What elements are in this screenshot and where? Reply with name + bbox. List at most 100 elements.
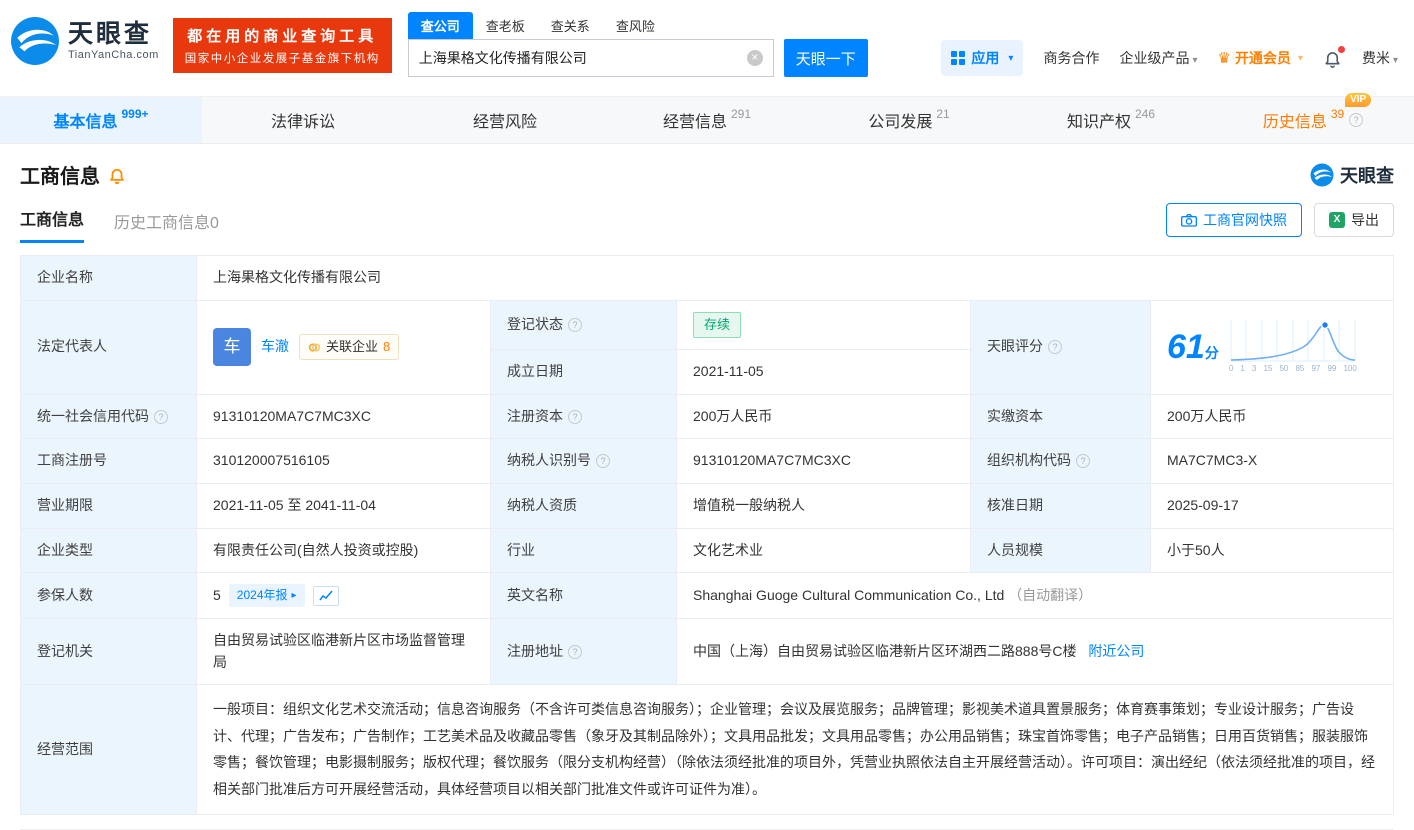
info-icon[interactable]: ? [568,645,582,659]
search-input[interactable] [419,50,747,66]
avatar[interactable]: 车 [213,328,251,366]
promo-banner: 都在用的商业查询工具 国家中小企业发展子基金旗下机构 [173,18,392,73]
auto-translate-note: （自动翻译） [1008,587,1092,603]
company-type-value: 有限责任公司(自然人投资或控股) [197,528,491,573]
tab-badge: 999+ [121,107,148,121]
enterprise-products-link[interactable]: 企业级产品▾ [1119,48,1197,68]
tab-history-info[interactable]: 历史信息 39 VIP ? [1212,97,1414,143]
legal-rep-label: 法定代表人 [21,300,197,394]
business-scope-value: 一般项目：组织文化艺术交流活动；信息咨询服务（不含许可类信息咨询服务）；企业管理… [197,685,1394,814]
info-icon[interactable]: ? [568,318,582,332]
score-number: 61 [1167,328,1205,366]
reg-address-label: 注册地址? [491,618,677,684]
table-row: 法定代表人 车 车澈 关联企业 8 登记状态? 存续 天眼评分? [21,300,1394,349]
info-icon[interactable]: ? [1349,113,1363,127]
official-snapshot-button[interactable]: 工商官网快照 [1166,203,1302,237]
promo-line2: 国家中小企业发展子基金旗下机构 [185,50,380,66]
tab-badge: 291 [731,107,751,121]
annual-report-tag[interactable]: 2024年报▸ [229,584,305,607]
logo-wave-icon [10,16,60,66]
user-menu[interactable]: 费米▾ [1362,48,1398,68]
search-tab-relation[interactable]: 查关系 [538,12,603,39]
related-companies-badge[interactable]: 关联企业 8 [299,334,399,360]
tab-badge: 246 [1135,107,1155,121]
logo-wave-icon [1310,163,1334,187]
vip-label: 开通会员 [1235,48,1291,68]
table-row: 工商注册号 310120007516105 纳税人识别号? 91310120MA… [21,439,1394,484]
taxpayer-quality-value: 增值税一般纳税人 [677,483,971,528]
industry-label: 行业 [491,528,677,573]
reg-address-value: 中国（上海）自由贸易试验区临港新片区环湖西二路888号C楼 附近公司 [677,618,1394,684]
reg-authority-value: 自由贸易试验区临港新片区市场监督管理局 [197,618,491,684]
chevron-down-icon: ▾ [1192,55,1197,66]
info-icon[interactable]: ? [568,410,582,424]
credit-code-value: 91310120MA7C7MC3XC [197,394,491,439]
notifications-button[interactable] [1323,49,1342,68]
staff-size-value: 小于50人 [1151,528,1394,573]
notification-dot [1338,46,1345,53]
grid-icon [951,51,965,65]
tab-legal-proceedings[interactable]: 法律诉讼 [202,97,404,143]
tab-company-development[interactable]: 公司发展21 [808,97,1010,143]
tab-operating-risk[interactable]: 经营风险 [404,97,606,143]
tab-intellectual-property[interactable]: 知识产权246 [1010,97,1212,143]
section-title: 工商信息 [20,160,100,189]
export-button[interactable]: X 导出 [1314,203,1394,237]
english-name-label: 英文名称 [491,573,677,619]
tab-basic-info[interactable]: 基本信息999+ [0,97,202,143]
taxpayer-id-value: 91310120MA7C7MC3XC [677,439,971,484]
table-row: 经营范围 一般项目：组织文化艺术交流活动；信息咨询服务（不含许可类信息咨询服务）… [21,685,1394,814]
info-icon[interactable]: ? [596,454,610,468]
crown-icon: ♛ [1217,49,1230,67]
industry-value: 文化艺术业 [677,528,971,573]
tianyancha-watermark: 天眼查 [1310,162,1394,188]
search-tab-company[interactable]: 查公司 [408,12,473,39]
info-icon[interactable]: ? [1076,454,1090,468]
score-distribution-chart: 01 315 5085 9799 100 [1229,318,1359,375]
site-header: 天眼查 TianYanCha.com 都在用的商业查询工具 国家中小企业发展子基… [0,0,1414,96]
link-rings-icon [308,341,321,354]
score-label: 天眼评分? [971,300,1151,394]
vip-upgrade-link[interactable]: ♛ 开通会员 ▾ [1217,48,1302,68]
main-content: 工商信息 天眼查 工商信息 历史工商信息0 工商官网快照 [0,160,1414,830]
subscribe-bell-icon[interactable] [108,166,126,184]
username: 费米 [1362,50,1390,66]
search-tab-risk[interactable]: 查风险 [603,12,668,39]
org-code-label: 组织机构代码? [971,439,1151,484]
clear-icon[interactable]: × [747,50,763,66]
score-curve [1229,318,1359,364]
legal-rep-link[interactable]: 车澈 [261,336,289,358]
chevron-down-icon: ▾ [1008,53,1013,64]
reg-capital-label: 注册资本? [491,394,677,439]
info-icon[interactable]: ? [1048,340,1062,354]
score-axis-ticks: 01 315 5085 9799 100 [1229,363,1357,375]
business-cooperation-link[interactable]: 商务合作 [1043,48,1099,68]
apps-menu-button[interactable]: 应用 ▾ [941,40,1023,76]
status-badge: 存续 [693,312,741,338]
reg-capital-value: 200万人民币 [677,394,971,439]
search-box[interactable]: × [408,39,774,77]
est-date-value: 2021-11-05 [677,349,971,394]
reg-number-value: 310120007516105 [197,439,491,484]
excel-icon: X [1329,212,1345,228]
search-button[interactable]: 天眼一下 [784,39,868,77]
trend-chart-button[interactable] [313,586,339,606]
table-row: 统一社会信用代码? 91310120MA7C7MC3XC 注册资本? 200万人… [21,394,1394,439]
tab-operating-info[interactable]: 经营信息291 [606,97,808,143]
tianyancha-logo[interactable]: 天眼查 TianYanCha.com [10,16,159,66]
subtab-history-business-info[interactable]: 历史工商信息0 [114,209,219,243]
watermark-label: 天眼查 [1340,162,1394,188]
nearby-companies-link[interactable]: 附近公司 [1088,643,1144,659]
vip-badge: VIP [1345,93,1371,107]
score-value: 61分 01 [1151,300,1394,394]
org-code-value: MA7C7MC3-X [1151,439,1394,484]
paid-capital-label: 实缴资本 [971,394,1151,439]
taxpayer-id-label: 纳税人识别号? [491,439,677,484]
chevron-down-icon: ▾ [1393,55,1398,66]
credit-code-label: 统一社会信用代码? [21,394,197,439]
subtab-business-info[interactable]: 工商信息 [20,206,84,243]
table-row: 营业期限 2021-11-05 至 2041-11-04 纳税人资质 增值税一般… [21,483,1394,528]
company-name-label: 企业名称 [21,256,197,301]
search-tab-boss[interactable]: 查老板 [473,12,538,39]
info-icon[interactable]: ? [154,410,168,424]
